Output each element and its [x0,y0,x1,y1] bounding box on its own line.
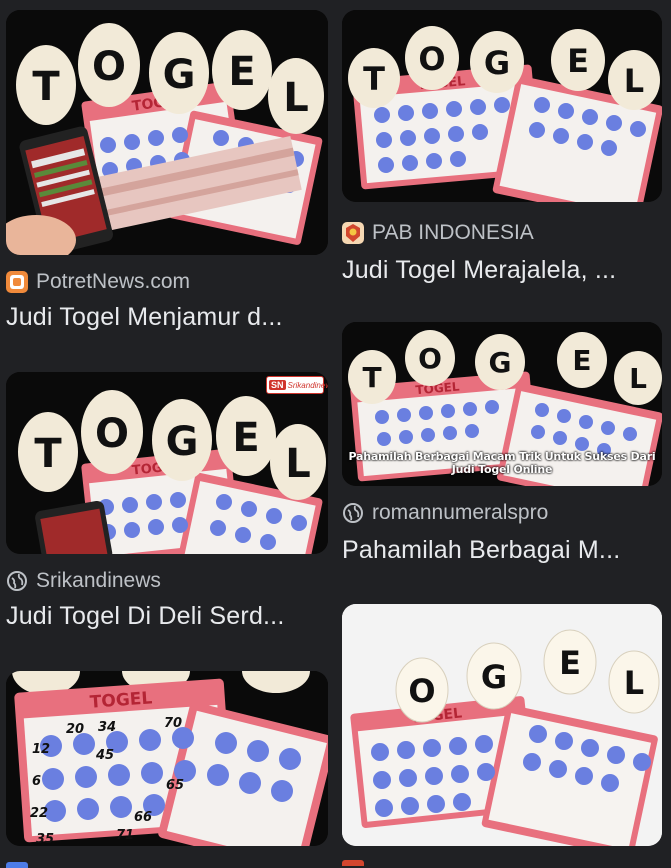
svg-text:20: 20 [66,722,84,737]
result-card[interactable]: TOGEL T O G E L [342,322,662,565]
togel-image: TOGEL T O G E L [6,10,328,255]
result-title[interactable]: Judi Togel Di Deli Serd... [6,602,328,631]
svg-text:E: E [559,644,581,682]
result-thumbnail[interactable]: TOGEL 20 34 70 12 45 6 22 65 35 71 66 [6,671,328,846]
svg-text:L: L [285,441,311,487]
svg-text:L: L [629,362,647,395]
result-source-name: PAB INDONESIA [372,221,534,244]
svg-text:35: 35 [36,832,54,846]
svg-text:70: 70 [164,716,182,731]
togel-image: TOGEL O G E L [342,604,662,846]
svg-text:O: O [418,40,445,78]
svg-text:O: O [95,411,129,457]
svg-text:G: G [166,419,199,465]
svg-text:G: G [481,658,507,696]
svg-text:E: E [232,415,259,461]
result-title[interactable]: Judi Togel Menjamur d... [6,303,328,332]
svg-text:T: T [363,60,385,98]
result-card[interactable]: TOGEL O G E L [342,604,662,866]
svg-text:34: 34 [98,720,116,735]
togel-image: TOGEL T O G E L [6,372,328,554]
site-logo-badge: SN Srikandinews.com [266,376,328,394]
orange-square-icon [6,271,28,293]
svg-text:O: O [418,342,442,375]
result-card[interactable]: TOGEL T O G E L [6,372,328,631]
svg-text:45: 45 [95,748,114,763]
svg-text:66: 66 [134,810,152,825]
svg-text:G: G [489,346,512,379]
svg-text:T: T [34,431,62,477]
svg-text:65: 65 [166,778,184,793]
source-icon-peek [6,862,28,868]
result-title[interactable]: Judi Togel Merajalela, ... [342,256,662,285]
result-thumbnail[interactable]: TOGEL T O G E L [6,10,328,255]
togel-image: TOGEL 20 34 70 12 45 62265 35 7166 [6,671,328,846]
svg-text:E: E [228,49,255,95]
image-caption: Pahamilah Berbagai Macam Trik Untuk Suks… [348,450,656,476]
result-thumbnail[interactable]: TOGEL T O G E L [6,372,328,554]
source-icon-peek [342,860,364,866]
svg-text:E: E [567,42,589,80]
svg-text:G: G [484,44,510,82]
result-source-name: PotretNews.com [36,270,191,293]
globe-icon [342,502,364,524]
svg-text:T: T [32,64,60,110]
result-card[interactable]: TOGEL T O G E L PotretNews.com Judi Toge… [6,10,328,332]
globe-icon [6,570,28,592]
svg-text:T: T [362,361,381,394]
result-card[interactable]: TOGEL T O G E L [342,10,662,285]
svg-text:O: O [408,672,435,710]
togel-image: TOGEL T O G E L [342,10,662,202]
svg-text:12: 12 [32,742,50,757]
svg-text:G: G [163,52,196,98]
svg-text:L: L [624,62,644,100]
svg-text:6: 6 [32,774,41,789]
emblem-icon [342,222,364,244]
result-source: romannumeralspro [342,500,662,526]
result-thumbnail[interactable]: TOGEL O G E L [342,604,662,846]
svg-text:71: 71 [116,828,134,843]
result-source-name: romannumeralspro [372,501,549,524]
svg-text:O: O [92,44,126,90]
result-title[interactable]: Pahamilah Berbagai M... [342,536,662,565]
svg-text:22: 22 [30,806,48,821]
result-thumbnail[interactable]: TOGEL T O G E L [342,10,662,202]
svg-text:E: E [572,344,591,377]
result-source: Srikandinews [6,568,328,594]
svg-text:L: L [283,75,309,121]
result-thumbnail[interactable]: TOGEL T O G E L [342,322,662,486]
svg-text:L: L [624,664,644,702]
result-card[interactable]: TOGEL 20 34 70 12 45 6 22 65 35 71 66 [6,671,328,868]
result-source: PotretNews.com [6,269,328,295]
result-source: PAB INDONESIA [342,220,662,246]
result-source-name: Srikandinews [36,569,161,592]
